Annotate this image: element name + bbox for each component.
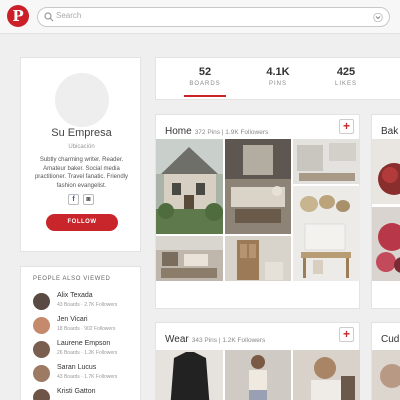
person-avatar	[33, 365, 50, 382]
pin-image-street-style[interactable]	[225, 350, 291, 400]
pin-image-portrait[interactable]	[293, 350, 360, 400]
person-item[interactable]: Jen Vicari 18 Boards · 902 Followers	[33, 316, 138, 336]
pin-image-house-exterior[interactable]	[156, 139, 223, 234]
pin-image-entry-hats[interactable]	[293, 186, 360, 281]
person-name: Laurene Empson	[57, 340, 111, 347]
stat-label: LIKES	[334, 81, 357, 87]
pin-image-wood-cabinet[interactable]	[225, 236, 291, 281]
board-header: Bak	[381, 121, 398, 137]
pin-image-black-top[interactable]	[156, 350, 223, 400]
pinterest-logo-icon[interactable]: P	[7, 5, 29, 27]
board-card-cud[interactable]: Cud	[371, 322, 400, 400]
stat-pins-tab[interactable]: 4.1K PINS	[243, 66, 313, 87]
person-meta: 43 Boards · 1.7K Followers	[57, 374, 118, 380]
active-tab-indicator	[184, 95, 226, 97]
stat-label: BOARDS	[189, 81, 221, 87]
person-name: Jen Vicari	[57, 316, 88, 323]
pin-image-dining[interactable]	[293, 139, 360, 184]
profile-location: Ubicación	[68, 144, 95, 150]
person-meta: 26 Boards · 1.2K Followers	[57, 350, 118, 356]
board-header: Wear 343 Pins | 1.2K Followers	[165, 329, 266, 345]
pin-image-cozy-room[interactable]	[225, 139, 291, 234]
people-also-viewed-card: PEOPLE ALSO VIEWED Alix Texada 43 Boards…	[20, 266, 141, 400]
profile-name: Su Empresa	[51, 127, 112, 139]
profile-avatar	[55, 73, 109, 127]
person-meta: 18 Boards · 902 Followers	[57, 326, 116, 332]
pin-image-berries[interactable]	[372, 207, 400, 281]
follow-button[interactable]: FOLLOW	[46, 214, 118, 231]
instagram-icon[interactable]: ◙	[83, 194, 94, 205]
person-item[interactable]: Saran Lucus 43 Boards · 1.7K Followers	[33, 364, 138, 384]
stat-value: 52	[198, 66, 212, 78]
search-bar[interactable]: Search	[37, 7, 390, 27]
facebook-icon[interactable]: f	[68, 194, 79, 205]
person-name: Kristi Gatton	[57, 388, 96, 395]
board-header: Home 372 Pins | 1.9K Followers	[165, 121, 269, 137]
profile-card: Su Empresa Ubicación Subtly charming wri…	[20, 57, 141, 252]
person-name: Saran Lucus	[57, 364, 97, 371]
chevron-down-icon[interactable]	[373, 13, 383, 22]
board-title[interactable]: Bak	[381, 126, 398, 137]
stat-value: 4.1K	[266, 66, 290, 78]
board-title[interactable]: Wear	[165, 334, 189, 345]
person-item[interactable]: Laurene Empson 26 Boards · 1.2K Follower…	[33, 340, 138, 360]
person-avatar	[33, 293, 50, 310]
profile-stats: 52 BOARDS 4.1K PINS 425 LIKES	[155, 57, 400, 100]
top-bar: P Search	[0, 0, 400, 34]
search-input[interactable]: Search	[56, 11, 81, 20]
stat-value: 425	[336, 66, 356, 78]
person-meta: 43 Boards · 2.7K Followers	[57, 302, 118, 308]
person-item[interactable]: Alix Texada 43 Boards · 2.7K Followers	[33, 292, 138, 312]
pin-image-living-room[interactable]	[156, 236, 223, 281]
person-item[interactable]: Kristi Gatton	[33, 388, 138, 400]
profile-bio: Subtly charming writer. Reader. Amateur …	[34, 157, 129, 189]
add-pin-button[interactable]: +	[339, 327, 354, 342]
board-meta: 343 Pins | 1.2K Followers	[191, 337, 266, 344]
person-avatar	[33, 389, 50, 400]
board-title[interactable]: Cud	[381, 334, 399, 345]
pin-image-baked-goods[interactable]	[372, 139, 400, 204]
board-card-wear[interactable]: Wear 343 Pins | 1.2K Followers +	[155, 322, 360, 400]
board-card-home[interactable]: Home 372 Pins | 1.9K Followers +	[155, 114, 360, 309]
pin-image-cuddle[interactable]	[372, 350, 400, 400]
stat-label: PINS	[268, 81, 287, 87]
add-pin-button[interactable]: +	[339, 119, 354, 134]
stat-boards-tab[interactable]: 52 BOARDS	[170, 66, 240, 87]
stat-likes-tab[interactable]: 425 LIKES	[311, 66, 381, 87]
board-title[interactable]: Home	[165, 126, 192, 137]
board-card-bake[interactable]: Bak	[371, 114, 400, 309]
board-meta: 372 Pins | 1.9K Followers	[194, 129, 269, 136]
person-avatar	[33, 317, 50, 334]
board-header: Cud	[381, 329, 399, 345]
person-name: Alix Texada	[57, 292, 93, 299]
people-also-viewed-title: PEOPLE ALSO VIEWED	[33, 276, 111, 282]
search-icon	[44, 12, 54, 22]
person-avatar	[33, 341, 50, 358]
